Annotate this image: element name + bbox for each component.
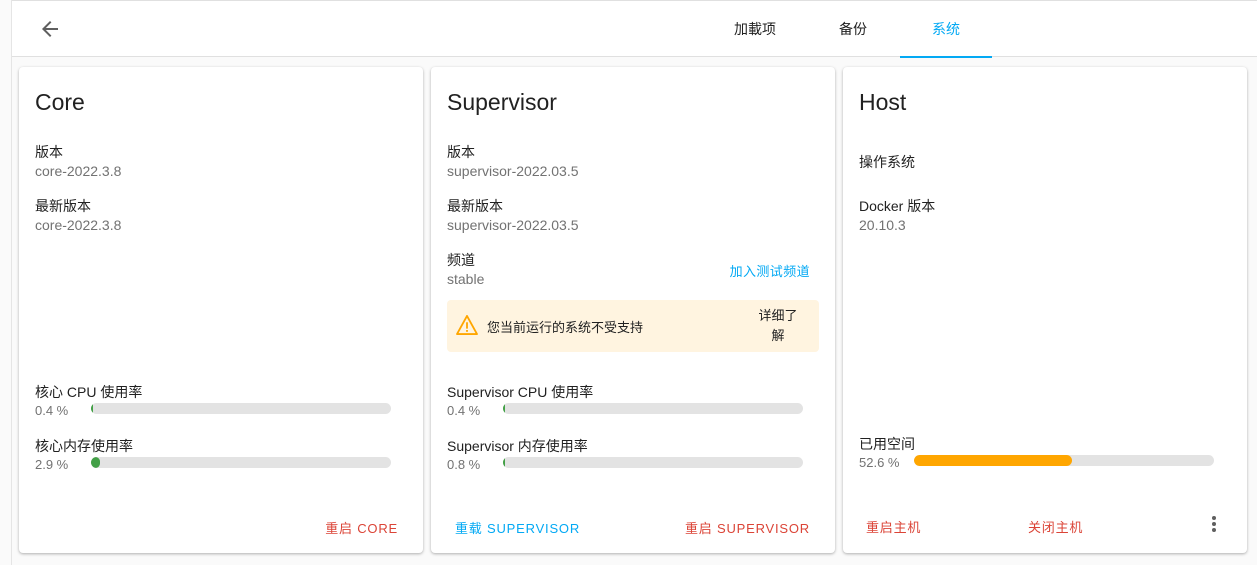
core-card: Core 版本 core-2022.3.8 最新版本 core-2022.3.8… [19,67,423,553]
tab-addons-label: 加載项 [734,21,776,37]
learn-more-button[interactable]: 详细了解 [753,306,803,346]
join-beta-link[interactable]: 加入测试频道 [730,261,810,280]
core-latest-value: core-2022.3.8 [35,217,122,233]
host-disk-label: 已用空间 [859,436,915,452]
host-disk-value: 52.6 % [859,455,900,470]
core-latest-label: 最新版本 [35,198,91,214]
supervisor-title: Supervisor [447,89,557,115]
core-mem-value: 2.9 % [35,457,69,472]
core-mem-bar [91,457,391,468]
core-mem-label: 核心内存使用率 [35,438,133,454]
supervisor-cpu-value: 0.4 % [447,403,481,418]
tab-addons[interactable]: 加載项 [712,1,798,57]
supervisor-mem-label: Supervisor 内存使用率 [447,438,588,454]
restart-core-button[interactable]: 重启 CORE [325,518,398,537]
left-edge [0,0,12,565]
core-version-value: core-2022.3.8 [35,163,122,179]
core-title: Core [35,89,85,115]
top-toolbar: 加載项 备份 系统 [12,0,1257,58]
more-vertical-icon[interactable] [1211,516,1217,536]
core-cpu-label: 核心 CPU 使用率 [35,384,143,400]
tab-system[interactable]: 系统 [900,1,992,58]
supervisor-channel-value: stable [447,271,485,287]
tab-system-label: 系统 [932,21,960,37]
reboot-host-button[interactable]: 重启主机 [866,517,921,536]
core-cpu-bar [91,403,391,414]
host-disk-bar [914,455,1214,466]
core-cpu-value: 0.4 % [35,403,69,418]
supervisor-mem-bar [503,457,803,468]
supervisor-cpu-bar-fill [503,403,505,414]
host-card: Host 操作系统 Docker 版本 20.10.3 已用空间 52.6 % … [843,67,1247,553]
host-docker-label: Docker 版本 [859,198,936,214]
core-version-label: 版本 [35,144,63,160]
reload-supervisor-button[interactable]: 重载 SUPERVISOR [455,518,580,537]
supervisor-version-value: supervisor-2022.03.5 [447,163,579,179]
core-cpu-bar-fill [91,403,93,414]
supervisor-version-label: 版本 [447,144,475,160]
shutdown-host-button[interactable]: 关闭主机 [1028,517,1083,536]
warning-text: 您当前运行的系统不受支持 [487,320,644,335]
supervisor-latest-value: supervisor-2022.03.5 [447,217,579,233]
host-title: Host [859,89,907,115]
unsupported-warning: 您当前运行的系统不受支持 详细了解 [447,300,819,352]
supervisor-channel-label: 频道 [447,252,475,268]
active-tab-indicator [900,56,992,58]
supervisor-mem-bar-fill [503,457,506,468]
tab-backups-label: 备份 [839,21,867,37]
tab-backups[interactable]: 备份 [808,1,898,57]
back-button[interactable] [38,17,62,41]
supervisor-mem-value: 0.8 % [447,457,481,472]
supervisor-cpu-label: Supervisor CPU 使用率 [447,384,594,400]
restart-supervisor-button[interactable]: 重启 SUPERVISOR [685,518,810,537]
arrow-left-icon [42,21,58,37]
supervisor-latest-label: 最新版本 [447,198,503,214]
host-docker-value: 20.10.3 [859,217,906,233]
supervisor-card: Supervisor 版本 supervisor-2022.03.5 最新版本 … [431,67,835,553]
host-os-label: 操作系统 [859,154,915,170]
core-mem-bar-fill [91,457,100,468]
host-disk-bar-fill [914,455,1072,466]
supervisor-cpu-bar [503,403,803,414]
warning-triangle-icon [456,315,478,335]
